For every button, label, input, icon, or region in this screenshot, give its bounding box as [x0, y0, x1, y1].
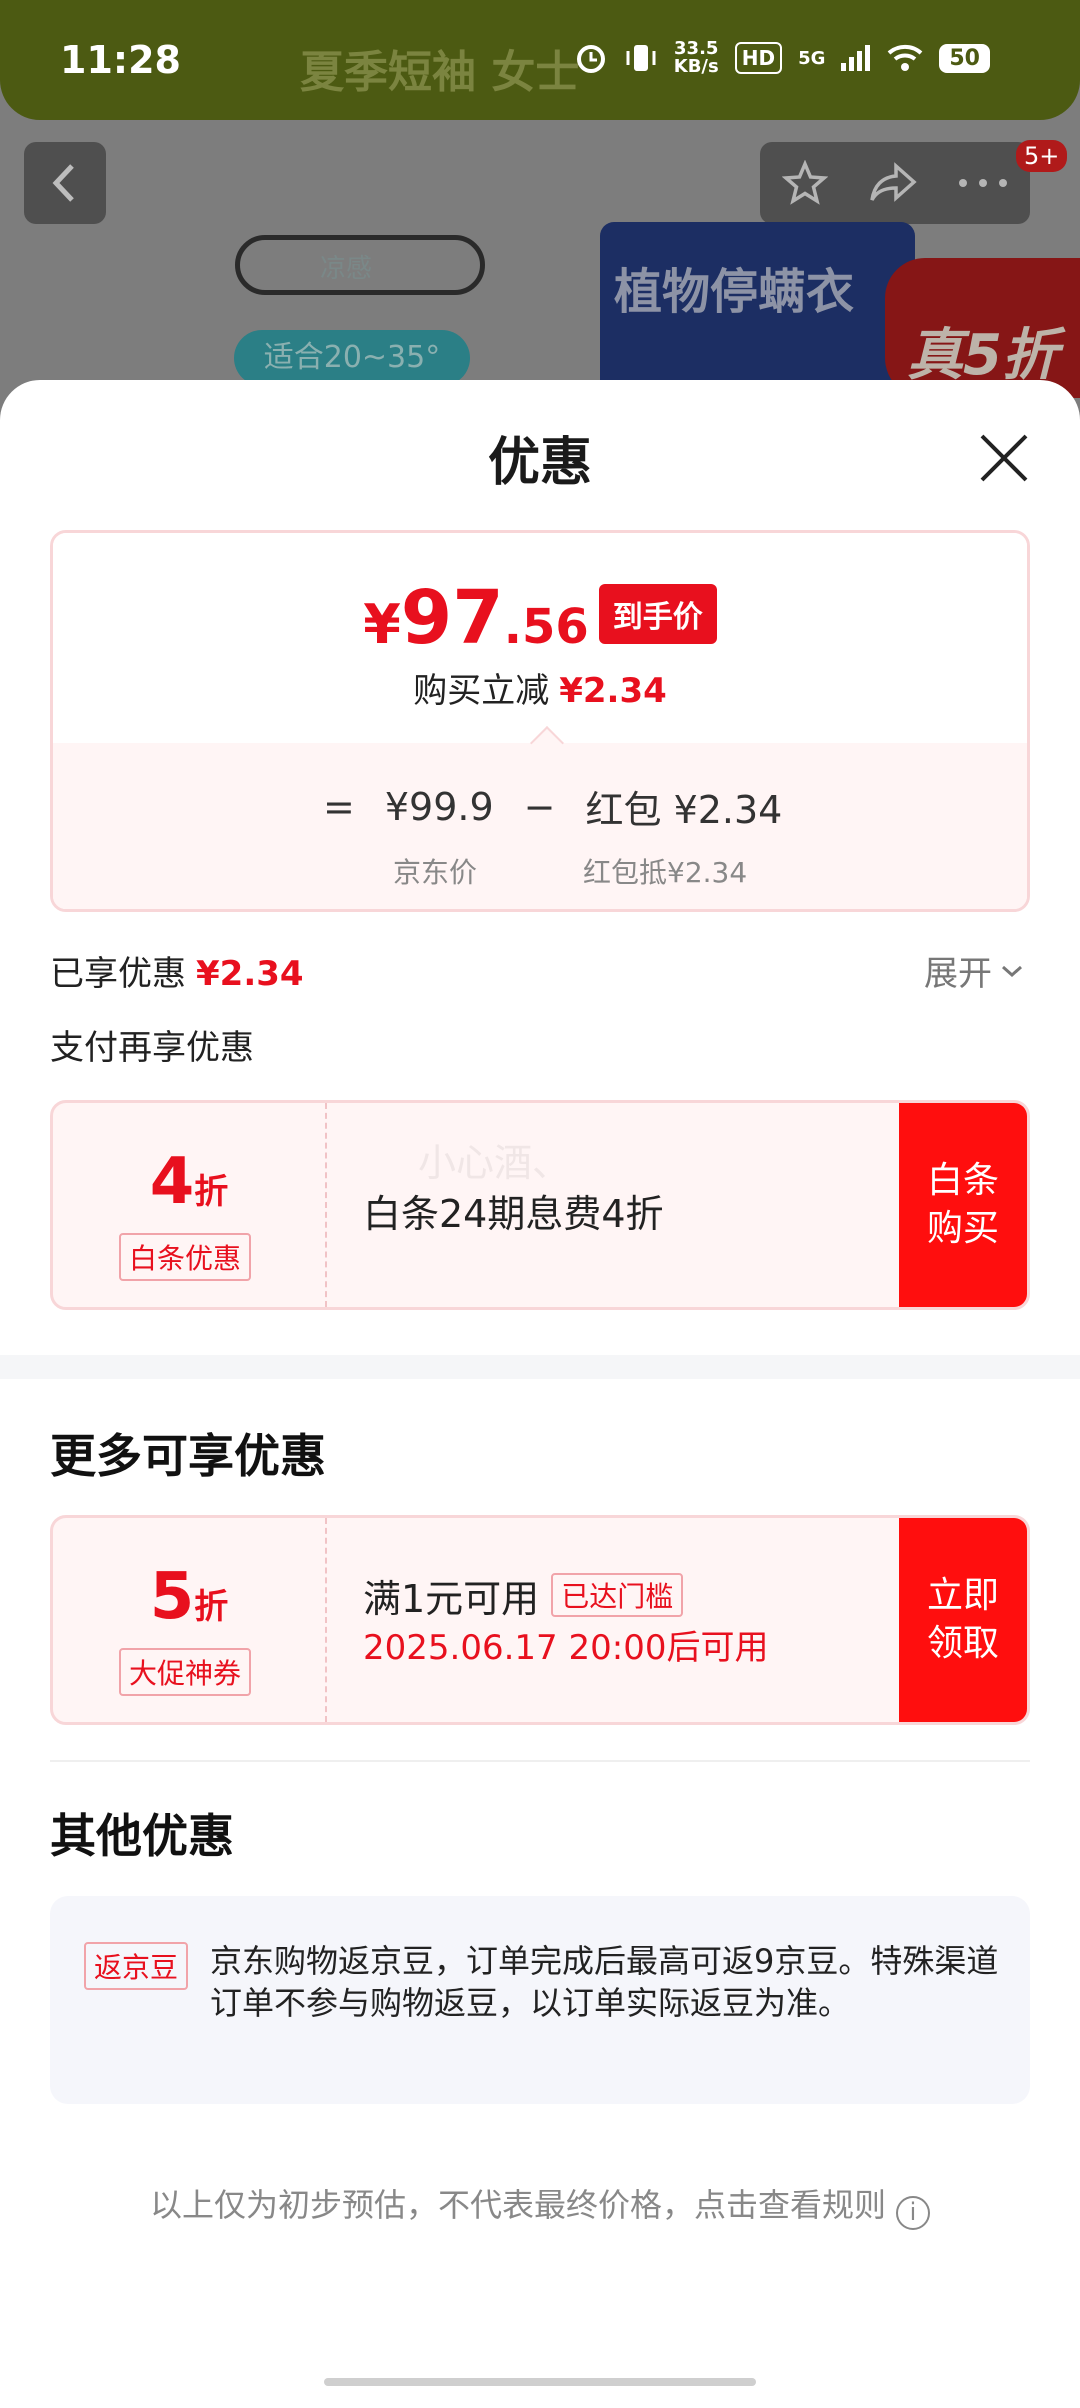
promo-tag: 真5折	[885, 258, 1080, 398]
signal-icon	[841, 45, 871, 71]
home-indicator[interactable]	[324, 2378, 756, 2386]
claim-coupon-button[interactable]: 立即领取	[899, 1518, 1027, 1722]
redpack-amount: 红包 ¥2.34	[585, 788, 783, 832]
more-discounts-title: 更多可享优惠	[50, 1429, 326, 1483]
background-action-bar	[760, 142, 1030, 224]
chevron-down-icon	[1002, 965, 1022, 977]
background-product-page: 11:28 夏季短袖 女士 33.5 KB/s HD 5G 50 5+ 凉感 适合…	[0, 0, 1080, 420]
coupon-condition: 满1元可用 已达门槛	[363, 1568, 684, 1623]
other-discounts-title: 其他优惠	[50, 1809, 234, 1863]
final-price-section: ¥97.56 到手价 购买立减 ¥2.34	[53, 533, 1027, 743]
instant-save: 购买立减 ¥2.34	[413, 671, 667, 711]
info-icon[interactable]: i	[896, 2196, 930, 2230]
thermometer-graphic: 凉感	[235, 235, 485, 295]
temperature-range: 适合20~35°	[234, 330, 470, 386]
status-bar: 11:28 夏季短袖 女士 33.5 KB/s HD 5G 50	[0, 0, 1080, 120]
faded-page-title: 夏季短袖 女士	[300, 47, 580, 98]
sheet-title: 优惠	[487, 433, 592, 493]
coupon-valid-time: 2025.06.17 20:00后可用	[363, 1628, 769, 1668]
promo-coupon: 5折 大促神券 满1元可用 已达门槛 2025.06.17 20:00后可用 立即…	[50, 1515, 1030, 1725]
network-type: 5G	[798, 47, 826, 69]
more-icon	[959, 179, 1007, 187]
expand-toggle[interactable]: 展开	[924, 946, 1024, 995]
jd-price: ¥99.9	[384, 784, 494, 829]
watermark: 小心酒、	[418, 1141, 571, 1185]
discount-sheet: 优惠 ¥97.56 到手价 购买立减 ¥2.34 = ¥99.9 − 红包 ¥2.3…	[0, 380, 1080, 2408]
hd-icon: HD	[734, 42, 783, 74]
price-breakdown-card: ¥97.56 到手价 购买立减 ¥2.34 = ¥99.9 − 红包 ¥2.34 京…	[50, 530, 1030, 912]
coupon-tag: 大促神券	[119, 1648, 252, 1696]
jingdou-rebate-card: 返京豆 京东购物返京豆，订单完成后最高可返9京豆。特殊渠道订单不参与购物返豆，以…	[50, 1896, 1030, 2104]
final-price-tag: 到手价	[598, 584, 717, 644]
jingdou-description: 京东购物返京豆，订单完成后最高可返9京豆。特殊渠道订单不参与购物返豆，以订单实际…	[210, 1942, 999, 2022]
status-time: 11:28	[60, 38, 181, 82]
coupon-left: 5折 大促神券	[53, 1518, 325, 1722]
coupon-tag: 白条优惠	[119, 1233, 252, 1281]
jd-price-label: 京东价	[393, 856, 478, 889]
pay-more-title: 支付再享优惠	[50, 1028, 254, 1068]
price-formula: = ¥99.9 − 红包 ¥2.34	[323, 779, 782, 834]
enjoyed-discount: 已享优惠 ¥2.34	[50, 954, 304, 994]
jingdou-tag: 返京豆	[84, 1942, 189, 1990]
share-icon	[870, 162, 917, 202]
star-icon	[782, 160, 828, 205]
price-calc-section: = ¥99.9 − 红包 ¥2.34 京东价 红包抵¥2.34	[53, 743, 1027, 909]
threshold-reached-badge: 已达门槛	[551, 1573, 684, 1617]
status-icons: 33.5 KB/s HD 5G 50	[574, 40, 990, 76]
message-badge: 5+	[1016, 140, 1068, 172]
vibrate-icon	[626, 45, 656, 71]
battery-icon: 50	[939, 43, 990, 73]
alarm-icon	[576, 45, 605, 73]
coupon-divider	[325, 1518, 327, 1722]
redpack-label: 红包抵¥2.34	[583, 856, 748, 889]
net-speed: 33.5 KB/s	[673, 38, 719, 77]
wifi-icon	[888, 44, 923, 71]
divider	[50, 1760, 1030, 1762]
back-button	[24, 142, 106, 224]
coupon-description: 白条24期息费4折	[363, 1192, 664, 1236]
baitiao-buy-button[interactable]: 白条购买	[899, 1103, 1027, 1307]
chevron-left-icon	[52, 164, 74, 202]
final-price: ¥97.56 到手价	[53, 575, 1027, 661]
coupon-left: 4折 白条优惠	[53, 1103, 325, 1307]
coupon-discount: 4折	[149, 1145, 229, 1219]
coupon-divider	[325, 1103, 327, 1307]
rules-footnote[interactable]: 以上仅为初步预估，不代表最终价格，点击查看规则 i	[0, 2180, 1080, 2230]
section-separator	[0, 1355, 1080, 1379]
close-icon[interactable]	[978, 432, 1030, 484]
coupon-discount: 5折	[149, 1560, 229, 1634]
